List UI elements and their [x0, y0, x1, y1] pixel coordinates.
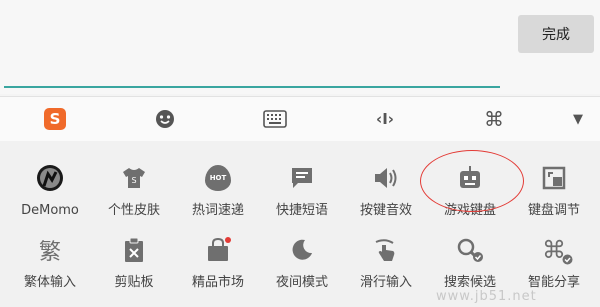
- search-check-icon: [455, 235, 485, 265]
- keyboard-icon: [263, 110, 287, 128]
- grid-item-label: 个性皮肤: [107, 203, 160, 218]
- grid-item-keyboard-adjust[interactable]: 键盘调节: [508, 149, 600, 219]
- collapse-arrow-icon: ▼: [573, 111, 583, 127]
- grid-item-night-mode[interactable]: 夜间模式: [256, 221, 348, 291]
- grid-item-skin[interactable]: S 个性皮肤: [88, 149, 180, 219]
- resize-icon: [539, 163, 569, 193]
- emoji-button[interactable]: [143, 97, 187, 141]
- function-grid: DeMomo S 个性皮肤 HOT 热词速递 快捷短语 按键音效 游戏键盘 键盘: [0, 141, 600, 307]
- grid-item-traditional[interactable]: 繁 繁体输入: [4, 221, 96, 291]
- grid-item-clipboard[interactable]: 剪贴板: [88, 221, 180, 291]
- grid-item-label: 繁体输入: [23, 275, 76, 290]
- grid-item-demomo[interactable]: DeMomo: [4, 149, 96, 219]
- message-icon: [287, 163, 317, 193]
- cursor-move-icon: ‹I›: [376, 110, 394, 128]
- grid-item-hotwords[interactable]: HOT 热词速递: [172, 149, 264, 219]
- hot-flame-icon: HOT: [203, 163, 233, 193]
- game-controller-icon: [455, 163, 485, 193]
- watermark: www.jb51.net: [436, 289, 537, 304]
- grid-item-label: 精品市场: [191, 275, 244, 290]
- grid-item-label: 剪贴板: [114, 275, 154, 290]
- grid-item-market[interactable]: 精品市场: [172, 221, 264, 291]
- grid-item-label: 热词速递: [191, 203, 244, 218]
- done-button-label: 完成: [542, 27, 570, 43]
- command-button[interactable]: ⌘: [472, 97, 516, 141]
- speaker-icon: [371, 163, 401, 193]
- moon-icon: [287, 235, 317, 265]
- grid-item-label: 夜间模式: [275, 275, 328, 290]
- grid-item-quick-phrases[interactable]: 快捷短语: [256, 149, 348, 219]
- traditional-char-icon: 繁: [38, 240, 61, 265]
- swipe-hand-icon: [371, 235, 401, 265]
- keyboard-switch-button[interactable]: [253, 97, 297, 141]
- svg-text:S: S: [131, 176, 136, 185]
- tshirt-icon: S: [119, 163, 149, 193]
- grid-item-label: 键盘调节: [527, 203, 580, 218]
- input-area[interactable]: 完成: [0, 0, 600, 94]
- grid-item-label: 快捷短语: [275, 203, 328, 218]
- shopping-bag-icon: [203, 235, 233, 265]
- keyboard-toolbar: S ‹I› ⌘ ▼: [0, 96, 600, 142]
- grid-item-swipe-input[interactable]: 滑行输入: [340, 221, 432, 291]
- grid-item-game-keyboard[interactable]: 游戏键盘: [424, 149, 516, 219]
- grid-item-label: 按键音效: [359, 203, 412, 218]
- grid-item-label: DeMomo: [21, 203, 79, 218]
- grid-item-label: 游戏键盘: [443, 203, 496, 218]
- grid-item-search-candidates[interactable]: 搜索候选: [424, 221, 516, 291]
- grid-item-smart-share[interactable]: ⌘ 智能分享: [508, 221, 600, 291]
- grid-item-label: 滑行输入: [359, 275, 412, 290]
- cursor-move-button[interactable]: ‹I›: [363, 97, 407, 141]
- clipboard-icon: [119, 235, 149, 265]
- grid-item-key-sound[interactable]: 按键音效: [340, 149, 432, 219]
- input-underline: [4, 86, 500, 88]
- sogou-logo-icon: S: [44, 108, 66, 130]
- emoji-icon: [156, 110, 174, 128]
- sogou-logo-button[interactable]: S: [33, 97, 77, 141]
- done-button[interactable]: 完成: [518, 15, 594, 53]
- share-command-icon: ⌘: [539, 235, 573, 265]
- avatar-icon: [35, 163, 65, 193]
- command-icon: ⌘: [484, 107, 504, 131]
- collapse-button[interactable]: ▼: [556, 97, 600, 141]
